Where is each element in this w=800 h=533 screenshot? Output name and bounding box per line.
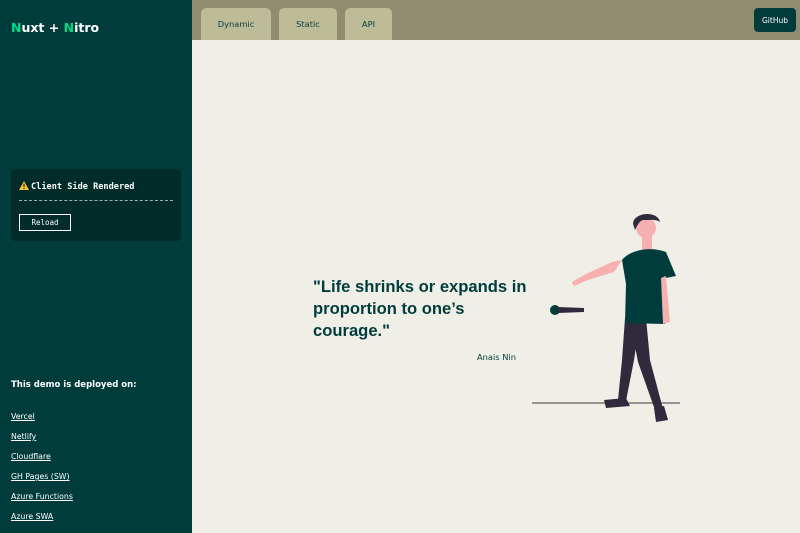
- deploy-link-item: Cloudflare: [11, 444, 73, 464]
- render-mode-title: Client Side Rendered: [19, 181, 134, 192]
- deploy-link-item: Netlify: [11, 424, 73, 444]
- github-button[interactable]: GitHub: [754, 8, 796, 32]
- logo-part2-rest: itro: [74, 20, 100, 35]
- deploy-link-item: Vercel: [11, 404, 73, 424]
- person-shoe-back: [654, 406, 668, 422]
- deploy-link-item: Azure Functions: [11, 484, 73, 504]
- sidebar: Nuxt + Nitro Client Side Rendered Reload…: [0, 0, 192, 533]
- logo-initial-n2: N: [63, 20, 75, 35]
- warning-icon: [19, 181, 29, 190]
- deploy-link-item: GH Pages (SW): [11, 464, 73, 484]
- tab-api[interactable]: API: [345, 8, 392, 40]
- deploy-link-vercel[interactable]: Vercel: [11, 412, 35, 421]
- deploy-link-azure-functions[interactable]: Azure Functions: [11, 492, 73, 501]
- deploy-link-netlify[interactable]: Netlify: [11, 432, 36, 441]
- logo-initial-n: N: [11, 20, 22, 35]
- microphone-handle: [558, 307, 584, 313]
- person-dropping-microphone-illustration: [532, 213, 680, 422]
- logo-part1-rest: uxt: [21, 20, 45, 35]
- deploy-link-azure-swa[interactable]: Azure SWA: [11, 512, 53, 521]
- reload-button[interactable]: Reload: [19, 214, 71, 231]
- logo-plus: +: [44, 20, 64, 35]
- person-arm-left: [572, 260, 622, 286]
- render-card-divider: [19, 200, 173, 201]
- deploy-heading: This demo is deployed on:: [11, 380, 137, 390]
- quote-author: Anais Nin: [476, 352, 516, 362]
- top-navigation-bar: Dynamic Static API GitHub: [192, 0, 800, 40]
- tab-dynamic[interactable]: Dynamic: [201, 8, 271, 40]
- deploy-links-list: Vercel Netlify Cloudflare GH Pages (SW) …: [11, 404, 73, 524]
- deploy-link-gh-pages[interactable]: GH Pages (SW): [11, 472, 70, 481]
- quote-text: "Life shrinks or expands in proportion t…: [313, 277, 527, 340]
- app-logo[interactable]: Nuxt + Nitro: [11, 20, 99, 35]
- person-leg-front: [618, 318, 640, 401]
- deploy-link-cloudflare[interactable]: Cloudflare: [11, 452, 51, 461]
- render-mode-label: Client Side Rendered: [31, 182, 135, 192]
- render-mode-card: Client Side Rendered Reload: [11, 169, 181, 241]
- person-shoe-front: [604, 398, 630, 408]
- tab-static[interactable]: Static: [279, 8, 337, 40]
- person-neck: [642, 236, 652, 250]
- deploy-link-item: Azure SWA: [11, 504, 73, 524]
